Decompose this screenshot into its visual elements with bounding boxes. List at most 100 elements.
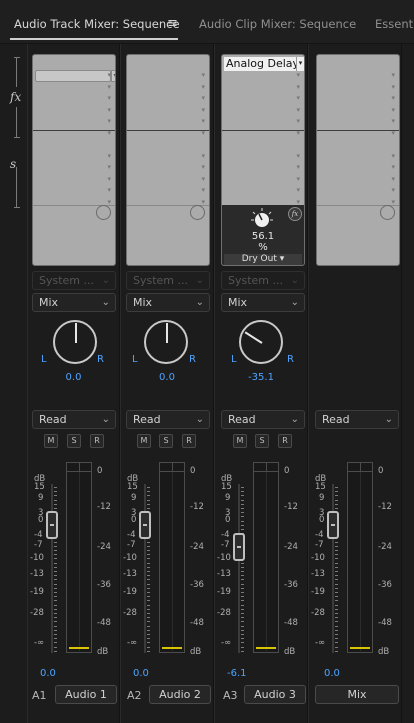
rack-row-marker: ▾ xyxy=(107,197,111,206)
meter-scale-label: dB xyxy=(378,647,390,657)
automation-mode-dropdown[interactable]: Read ⌄ xyxy=(315,410,399,429)
send-assignment-dropdown[interactable]: System ... ⌄ xyxy=(32,271,116,290)
automation-mode-dropdown[interactable]: Read ⌄ xyxy=(126,410,210,429)
meter-scale-label: -12 xyxy=(97,502,111,513)
fader-tick xyxy=(147,604,150,606)
record-button[interactable]: R xyxy=(278,434,292,448)
send-assignment-dropdown[interactable]: System ... ⌄ xyxy=(126,271,210,290)
fader-tick xyxy=(335,575,338,577)
effects-rack[interactable]: Analog Delay ▾ 56.1 % Dry Out ▾ fx ▾ ▾ ▾ ▾ ▾… xyxy=(221,54,305,266)
pan-knob[interactable] xyxy=(53,320,97,364)
volume-value[interactable]: 0.0 xyxy=(324,668,340,679)
pan-left-label: L xyxy=(41,354,47,365)
effect-parameter-dropdown[interactable]: Dry Out ▾ xyxy=(224,254,302,265)
solo-button[interactable]: S xyxy=(159,434,173,448)
track-id-label: A2 xyxy=(127,689,142,702)
mute-button[interactable]: M xyxy=(233,434,247,448)
fader-tick xyxy=(335,596,338,598)
fader-tick xyxy=(147,621,150,623)
output-dropdown[interactable]: Mix ⌄ xyxy=(32,293,116,312)
fader-tick xyxy=(54,566,57,568)
fader-tick xyxy=(335,558,338,560)
output-dropdown[interactable]: Mix ⌄ xyxy=(221,293,305,312)
effects-rack[interactable]: ▾ ▾ ▾ ▾ ▾ ▾ ▾ ▾ ▾ ▾ ▾ xyxy=(126,54,210,266)
fx-bypass-icon[interactable]: fx xyxy=(288,207,302,221)
record-button[interactable]: R xyxy=(90,434,104,448)
fader-tick xyxy=(241,604,244,606)
effect-parameter-unit: % xyxy=(258,242,268,253)
rack-row-marker: ▾ xyxy=(296,174,300,183)
fader-tick xyxy=(54,487,57,488)
pan-value[interactable]: -35.1 xyxy=(215,372,307,383)
master-track-name[interactable]: Mix xyxy=(315,685,399,704)
effect-parameter-value[interactable]: 56.1 xyxy=(222,231,304,242)
volume-value[interactable]: -6.1 xyxy=(227,668,247,679)
mute-button[interactable]: M xyxy=(44,434,58,448)
pan-value[interactable]: 0.0 xyxy=(28,372,119,383)
fader-tick xyxy=(147,646,150,648)
mute-button[interactable]: M xyxy=(137,434,151,448)
automation-mode-dropdown[interactable]: Read ⌄ xyxy=(221,410,305,429)
tab-essential[interactable]: Essenti xyxy=(375,17,414,31)
fader-scale-label: 9 xyxy=(131,493,137,504)
fader-tick xyxy=(241,566,244,568)
volume-value[interactable]: 0.0 xyxy=(133,668,149,679)
pan-knob[interactable] xyxy=(239,320,283,364)
fader-tick xyxy=(241,583,244,585)
pan-value[interactable]: 0.0 xyxy=(121,372,213,383)
effect-slot[interactable] xyxy=(35,70,111,82)
volume-value[interactable]: 0.0 xyxy=(40,668,56,679)
effect-dropdown[interactable]: ▾ xyxy=(296,57,304,71)
volume-fader-handle[interactable] xyxy=(327,511,339,540)
effect-parameter-knob-icon[interactable] xyxy=(250,207,274,231)
fader-tick xyxy=(241,634,244,635)
fader-tick xyxy=(335,545,338,547)
send-volume-knob[interactable] xyxy=(190,205,205,220)
automation-mode-dropdown[interactable]: Read ⌄ xyxy=(32,410,116,429)
fader-tick xyxy=(335,583,338,585)
volume-fader-handle[interactable] xyxy=(233,532,245,561)
effect-slot-dropdown[interactable]: ▾ xyxy=(111,70,115,82)
audio-track-mixer: fx s ▾ ▾▾▾▾▾▾▾▾▾▾▾ System ...⌄ Mix⌄ L R … xyxy=(0,44,414,723)
fader-scale-label: -28 xyxy=(30,607,44,618)
output-dropdown[interactable]: Mix ⌄ xyxy=(126,293,210,312)
effects-rack[interactable]: ▾ ▾ ▾ ▾ ▾ ▾ ▾ ▾ ▾ ▾ ▾ xyxy=(316,54,400,266)
fader-tick xyxy=(54,583,57,585)
rack-row-marker: ▾ xyxy=(201,186,205,194)
volume-fader-handle[interactable] xyxy=(46,511,58,540)
record-button[interactable]: R xyxy=(182,434,196,448)
effects-rack[interactable]: ▾ ▾▾▾▾▾▾▾▾▾▾▾ xyxy=(32,54,116,266)
track-id-label: A3 xyxy=(223,689,238,702)
effects-fx-icon[interactable]: fx xyxy=(10,90,21,104)
solo-button[interactable]: S xyxy=(67,434,81,448)
meter-scale-label: -36 xyxy=(284,580,298,591)
fader-tick xyxy=(241,600,244,602)
track-name-field[interactable]: Audio 1 xyxy=(55,685,117,704)
fader-tick xyxy=(54,503,57,505)
rack-row-marker: ▾ xyxy=(391,197,395,206)
fader-tick xyxy=(241,503,244,505)
track-name-field[interactable]: Audio 3 xyxy=(244,685,306,704)
fader-tick xyxy=(147,596,150,598)
send-volume-knob[interactable] xyxy=(380,205,395,220)
solo-button[interactable]: S xyxy=(255,434,269,448)
pan-knob[interactable] xyxy=(144,320,188,364)
send-volume-knob[interactable] xyxy=(96,205,111,220)
fader-tick xyxy=(241,520,244,522)
volume-fader-handle[interactable] xyxy=(139,511,151,540)
send-assignment-dropdown[interactable]: System ... ⌄ xyxy=(221,271,305,290)
fader-tick xyxy=(335,613,338,614)
panel-menu-icon[interactable]: ≡ xyxy=(167,16,178,31)
effect-name-field[interactable]: Analog Delay xyxy=(224,57,296,71)
fader-tick xyxy=(335,608,338,610)
fader-tick xyxy=(147,625,150,627)
track-name-field[interactable]: Audio 2 xyxy=(149,685,211,704)
fader-tick xyxy=(54,608,57,610)
sends-icon[interactable]: s xyxy=(10,157,16,171)
tab-audio-track-mixer[interactable]: Audio Track Mixer: Sequence xyxy=(14,17,180,31)
meter-scale-label: 0 xyxy=(378,466,384,476)
fader-scale-label: -10 xyxy=(123,553,137,564)
fader-tick xyxy=(147,550,150,551)
tab-audio-clip-mixer[interactable]: Audio Clip Mixer: Sequence xyxy=(199,17,356,31)
fader-tick xyxy=(335,491,338,493)
